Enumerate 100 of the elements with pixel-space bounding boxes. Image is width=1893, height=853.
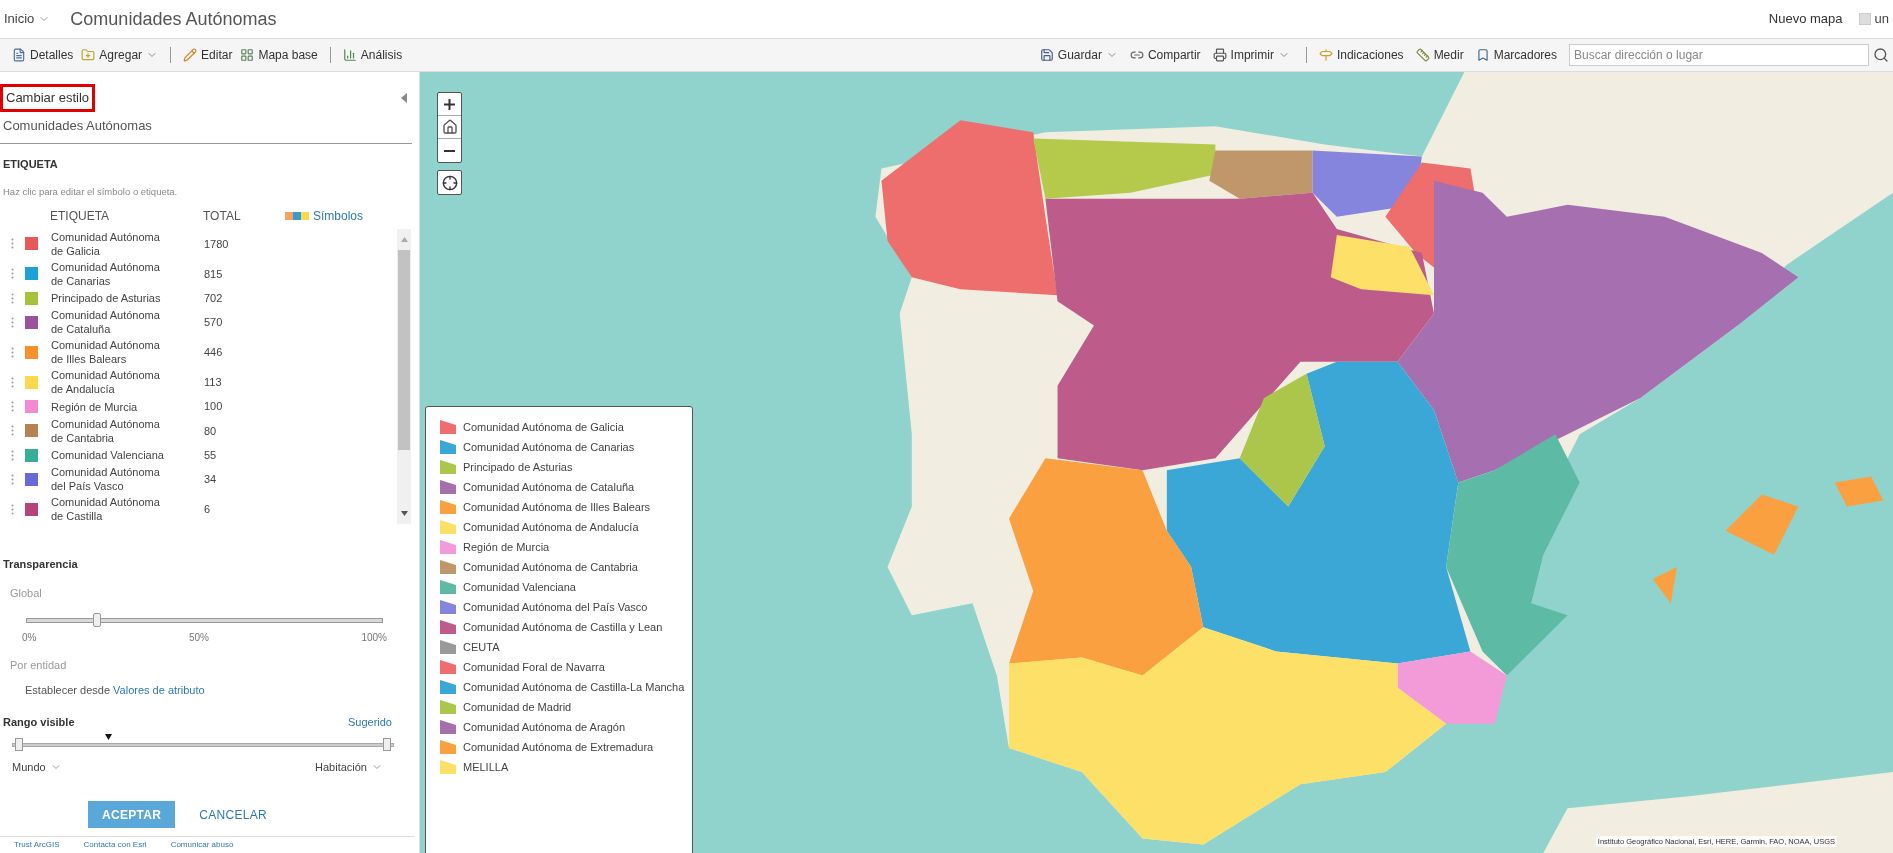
drag-handle-icon[interactable] <box>10 268 14 280</box>
slider-thumb[interactable] <box>93 613 102 628</box>
slider-label: Global <box>9 585 43 601</box>
legend-label: Principado de Asturias <box>463 460 573 474</box>
layer-name: Comunidades Autónomas <box>0 115 412 144</box>
category-label[interactable]: Comunidad Autónoma de Cantabria <box>51 416 169 445</box>
legend-label: Comunidad Autónoma de Cataluña <box>463 480 635 494</box>
toolbar-button[interactable]: Imprimir <box>1208 46 1294 64</box>
home-icon <box>441 119 458 135</box>
slider-thumb[interactable] <box>383 737 391 751</box>
symbols-link[interactable]: Símbolos <box>285 206 364 225</box>
column-header: ETIQUETA <box>50 207 111 225</box>
locate-icon <box>441 174 458 191</box>
drag-handle-icon[interactable] <box>10 238 14 250</box>
color-swatch[interactable] <box>25 400 38 413</box>
collapse-icon[interactable] <box>401 92 407 103</box>
footer-link[interactable]: Trust ArcGIS <box>14 839 60 851</box>
toolbar-button[interactable]: Guardar <box>1035 46 1122 64</box>
scrollbar[interactable] <box>397 228 411 525</box>
toolbar-button[interactable]: Mapa base <box>236 46 322 64</box>
panel-heading: Cambiar estilo <box>0 84 96 112</box>
legend-label: Región de Murcia <box>463 540 550 554</box>
color-swatch[interactable] <box>25 291 38 305</box>
search-field[interactable]: Buscar dirección o lugar <box>1569 44 1869 66</box>
toolbar-button[interactable]: Editar <box>179 46 237 64</box>
toolbar-button[interactable]: Detalles <box>8 46 78 64</box>
color-swatch[interactable] <box>25 237 38 251</box>
user-avatar[interactable] <box>1858 13 1871 25</box>
section-title: Transparencia <box>2 557 79 573</box>
footer-link[interactable]: Comunicar abuso <box>170 839 234 851</box>
attribute-values-link[interactable]: Valores de atributo <box>113 683 205 696</box>
toolbar-button[interactable]: Marcadores <box>1471 46 1561 64</box>
toolbar-button[interactable]: Agregar <box>77 46 163 64</box>
category-label[interactable]: Comunidad Autónoma de Canarias <box>51 259 169 288</box>
legend-label: Comunidad Valenciana <box>463 580 576 594</box>
category-total: 80 <box>204 423 217 439</box>
pencil-icon <box>183 48 198 62</box>
legend-label: Comunidad Autónoma de Andalucía <box>463 520 639 534</box>
color-swatch[interactable] <box>25 502 38 516</box>
toolbar-button[interactable]: Análisis <box>338 46 407 64</box>
toolbar-button[interactable]: Indicaciones <box>1314 46 1408 64</box>
ruler-icon <box>1415 48 1430 62</box>
hint-text: Haz clic para editar el símbolo o etiqueta. <box>2 184 179 199</box>
drag-handle-icon[interactable] <box>10 346 14 358</box>
color-swatch[interactable] <box>25 315 38 329</box>
category-total: 100 <box>204 399 223 415</box>
scroll-down-icon[interactable] <box>400 511 408 517</box>
map-drawing[interactable] <box>420 72 1893 853</box>
category-label[interactable]: Comunidad Autónoma de Andalucía <box>51 368 169 397</box>
home-menu[interactable]: Inicio <box>4 9 51 29</box>
drag-handle-icon[interactable] <box>10 503 14 515</box>
section-title: Rango visible <box>3 715 75 731</box>
minus-icon <box>444 149 455 152</box>
plus-icon <box>444 98 455 110</box>
search-icon[interactable] <box>1873 47 1889 63</box>
category-label[interactable]: Región de Murcia <box>51 399 169 414</box>
scroll-up-icon[interactable] <box>400 236 408 242</box>
color-ramp-icon <box>285 211 309 220</box>
color-swatch[interactable] <box>25 267 38 281</box>
cancel-button[interactable]: CANCELAR <box>199 805 267 824</box>
category-total: 815 <box>204 266 223 282</box>
color-swatch[interactable] <box>25 472 38 486</box>
drag-handle-icon[interactable] <box>10 316 14 328</box>
color-swatch[interactable] <box>25 375 38 389</box>
footer-link[interactable]: Contacta con Esri <box>83 839 147 851</box>
color-swatch[interactable] <box>25 424 38 438</box>
category-total: 570 <box>204 315 223 330</box>
legend-label: Comunidad Foral de Navarra <box>463 660 605 674</box>
category-label[interactable]: Comunidad Autónoma de Cataluña <box>51 308 169 337</box>
color-swatch[interactable] <box>25 345 38 359</box>
new-map-link[interactable]: Nuevo mapa <box>1768 9 1843 29</box>
category-total: 113 <box>204 375 222 390</box>
locate-button[interactable] <box>437 170 462 195</box>
category-label[interactable]: Comunidad Valenciana <box>51 448 169 462</box>
toolbar-button[interactable]: Medir <box>1411 46 1468 64</box>
slider-thumb[interactable] <box>15 737 23 751</box>
signpost-icon <box>1318 48 1333 62</box>
bookmark-icon <box>1475 48 1490 62</box>
drag-handle-icon[interactable] <box>10 449 14 461</box>
drag-handle-icon[interactable] <box>10 292 14 304</box>
tick-label: 0% <box>22 631 37 646</box>
category-label[interactable]: Comunidad Autónoma de Galicia <box>51 229 169 258</box>
min-scale-dropdown[interactable]: Mundo <box>12 758 62 776</box>
drag-handle-icon[interactable] <box>10 376 14 388</box>
category-label[interactable]: Comunidad Autónoma de Illes Balears <box>51 338 169 367</box>
legend-label: Comunidad de Madrid <box>463 700 572 714</box>
legend-label: Comunidad Autónoma de Castilla-La Mancha <box>463 680 685 694</box>
drag-handle-icon[interactable] <box>10 401 14 412</box>
category-label[interactable]: Comunidad Autónoma del País Vasco <box>51 465 169 494</box>
toolbar-button[interactable]: Compartir <box>1125 46 1205 64</box>
drag-handle-icon[interactable] <box>10 425 14 437</box>
legend-label: MELILLA <box>463 760 509 774</box>
max-scale-dropdown[interactable]: Habitación <box>315 758 383 776</box>
category-label[interactable]: Principado de Asturias <box>51 291 169 305</box>
category-label[interactable]: Comunidad Autónoma de Castilla <box>51 495 169 524</box>
color-swatch[interactable] <box>25 448 38 462</box>
suggested-link[interactable]: Sugerido <box>347 714 392 731</box>
legend-label: Comunidad Autónoma del País Vasco <box>463 600 648 614</box>
user-name[interactable]: un <box>1874 9 1889 29</box>
drag-handle-icon[interactable] <box>10 473 14 485</box>
